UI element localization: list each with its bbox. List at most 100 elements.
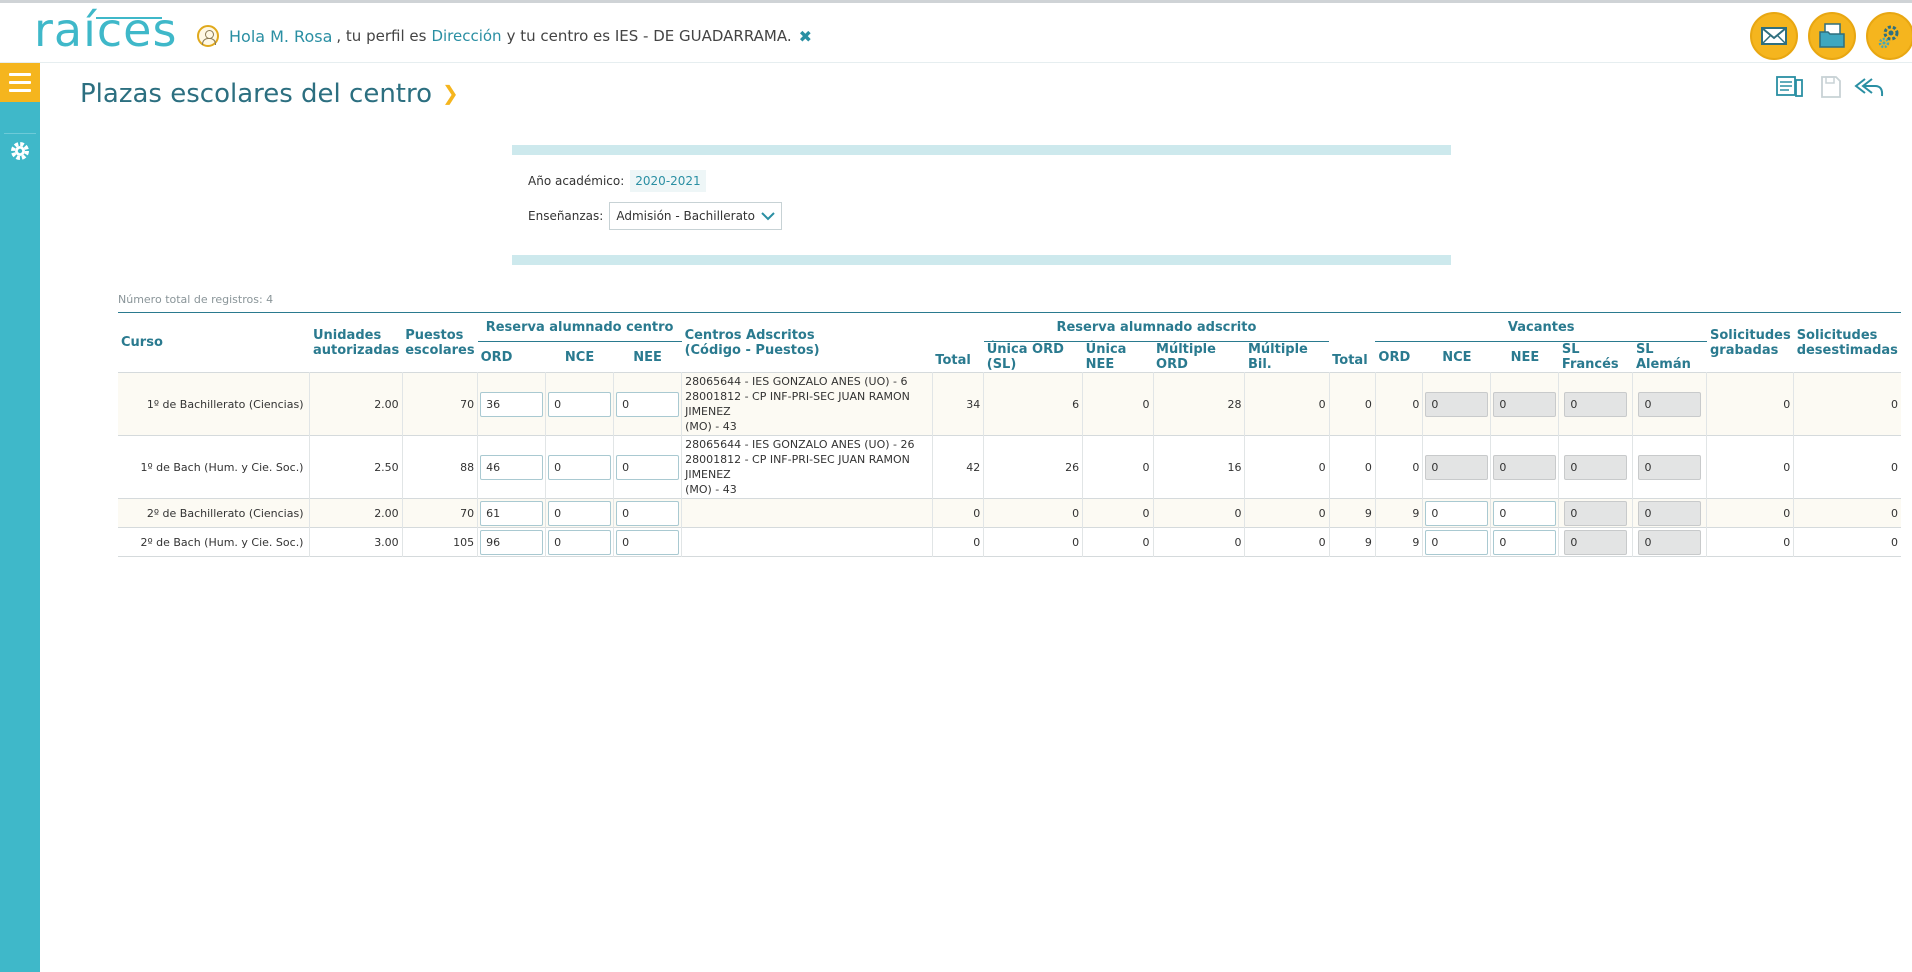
nee-input[interactable]: 0 bbox=[616, 500, 680, 526]
page-title-text: Plazas escolares del centro bbox=[80, 79, 433, 109]
vacantes-nee-input: 0 bbox=[1493, 391, 1557, 417]
nce-input[interactable]: 0 bbox=[548, 500, 612, 526]
sl-aleman-input: 0 bbox=[1638, 529, 1702, 555]
unidades-cell: 2.50 bbox=[309, 435, 403, 499]
unica-nee-cell: 0 bbox=[1082, 435, 1154, 499]
multiple-bil-cell: 0 bbox=[1244, 527, 1330, 557]
greeting-prefix: Hola bbox=[229, 26, 266, 46]
multiple-ord-cell: 28 bbox=[1153, 372, 1246, 436]
save-disabled-icon bbox=[1821, 76, 1841, 98]
close-icon[interactable]: ✖ bbox=[799, 27, 812, 46]
header-curso: Curso bbox=[121, 335, 163, 350]
ensenanzas-select[interactable]: Admisión - Bachillerato bbox=[609, 202, 782, 230]
header-nee: NEE bbox=[633, 349, 662, 365]
solicitudes-desestimadas-cell: 0 bbox=[1793, 527, 1901, 557]
header-sl-frances: SL Francés bbox=[1561, 342, 1619, 372]
nce-input[interactable]: 0 bbox=[548, 529, 612, 555]
centro-line: 28065644 - IES GONZALO ANES (UO) - 6 bbox=[685, 375, 908, 388]
centro-line: 28065644 - IES GONZALO ANES (UO) - 26 bbox=[685, 438, 915, 451]
profile-text: , tu perfil es bbox=[336, 27, 427, 45]
puestos-cell: 105 bbox=[402, 527, 479, 557]
header-multiple-bil: Múltiple Bil. bbox=[1247, 342, 1308, 372]
mail-button[interactable] bbox=[1750, 12, 1798, 60]
unica-nee-cell: 0 bbox=[1082, 527, 1154, 557]
vacantes-ord-cell: 0 bbox=[1375, 372, 1424, 436]
vacantes-nce-input[interactable]: 0 bbox=[1425, 500, 1489, 526]
table-row: 1º de Bach (Hum. y Cie. Soc.) 2.50 88 46… bbox=[118, 435, 1901, 499]
multiple-ord-cell: 0 bbox=[1153, 527, 1246, 557]
sl-aleman-input: 0 bbox=[1638, 391, 1702, 417]
header-total-2: Total bbox=[1332, 353, 1368, 368]
multiple-bil-cell: 0 bbox=[1244, 498, 1330, 528]
ord-input[interactable]: 46 bbox=[480, 454, 544, 480]
vacantes-nce-input[interactable]: 0 bbox=[1425, 529, 1489, 555]
ensenanzas-row: Enseñanzas: Admisión - Bachillerato bbox=[528, 202, 782, 230]
ord-input[interactable]: 36 bbox=[480, 391, 544, 417]
puestos-cell: 70 bbox=[402, 498, 479, 528]
solicitudes-grabadas-cell: 0 bbox=[1706, 372, 1795, 436]
vacantes-nee-input[interactable]: 0 bbox=[1493, 500, 1557, 526]
header-nce: NCE bbox=[564, 349, 595, 365]
total2-cell: 9 bbox=[1329, 527, 1376, 557]
nce-input[interactable]: 0 bbox=[548, 454, 612, 480]
app-header: raíces Hola M. Rosa , tu perfil es Direc… bbox=[0, 3, 1912, 63]
vacantes-ord-cell: 9 bbox=[1375, 527, 1424, 557]
header-unica-nee: Única NEE bbox=[1085, 342, 1127, 372]
header-solicitudes-grabadas: Solicitudes grabadas bbox=[1709, 327, 1791, 358]
settings-button[interactable] bbox=[1866, 12, 1912, 60]
total2-cell: 9 bbox=[1329, 498, 1376, 528]
nee-input[interactable]: 0 bbox=[616, 391, 680, 417]
ensenanzas-label: Enseñanzas: bbox=[528, 209, 604, 223]
documents-button[interactable] bbox=[1808, 12, 1856, 60]
header-centros-adscritos: Centros Adscritos (Código - Puestos) bbox=[682, 313, 933, 373]
header-solicitudes-desestimadas: Solicitudes desestimadas bbox=[1796, 327, 1898, 358]
plazas-table: Curso Unidades autorizadas Puestos escol… bbox=[118, 312, 1901, 557]
curso-cell: 2º de Bach (Hum. y Cie. Soc.) bbox=[118, 527, 311, 557]
ord-input[interactable]: 96 bbox=[480, 529, 544, 555]
centros-adscritos-cell bbox=[681, 527, 933, 557]
chevron-down-icon bbox=[761, 212, 775, 221]
nee-input[interactable]: 0 bbox=[616, 529, 680, 555]
table-row: 2º de Bach (Hum. y Cie. Soc.) 3.00 105 9… bbox=[118, 527, 1901, 557]
year-value: 2020-2021 bbox=[630, 170, 706, 192]
curso-cell: 1º de Bachillerato (Ciencias) bbox=[118, 372, 311, 436]
sl-aleman-input: 0 bbox=[1638, 500, 1702, 526]
mail-icon bbox=[1761, 27, 1787, 45]
raices-logo[interactable]: raíces bbox=[34, 3, 176, 57]
user-name: M. Rosa bbox=[270, 26, 333, 46]
header-reserva-centro: Reserva alumnado centro bbox=[477, 312, 682, 342]
report-icon[interactable] bbox=[1775, 74, 1805, 100]
chevron-right-icon[interactable]: ❯ bbox=[442, 81, 459, 105]
vacantes-nee-input[interactable]: 0 bbox=[1493, 529, 1557, 555]
header-multiple-ord: Múltiple ORD bbox=[1156, 342, 1216, 372]
curso-cell: 2º de Bachillerato (Ciencias) bbox=[118, 498, 311, 528]
solicitudes-grabadas-cell: 0 bbox=[1706, 498, 1795, 528]
menu-button[interactable] bbox=[0, 63, 40, 102]
header-centros-line1: Centros Adscritos bbox=[684, 327, 815, 343]
centros-adscritos-cell: 28065644 - IES GONZALO ANES (UO) - 26 280… bbox=[681, 435, 933, 499]
vacantes-ord-cell: 9 bbox=[1375, 498, 1424, 528]
back-icon[interactable] bbox=[1853, 74, 1885, 100]
header-vacantes-nee: NEE bbox=[1510, 349, 1540, 365]
sl-frances-input: 0 bbox=[1564, 529, 1628, 555]
total2-cell: 0 bbox=[1329, 435, 1376, 499]
header-unica-ord: Única ORD (SL) bbox=[986, 342, 1064, 372]
year-row: Año académico: 2020-2021 bbox=[528, 170, 706, 192]
sl-frances-input: 0 bbox=[1564, 391, 1628, 417]
logo-text: raíces bbox=[34, 3, 178, 57]
multiple-bil-cell: 0 bbox=[1244, 372, 1330, 436]
curso-cell: 1º de Bach (Hum. y Cie. Soc.) bbox=[118, 435, 311, 499]
nee-input[interactable]: 0 bbox=[616, 454, 680, 480]
ord-input[interactable]: 61 bbox=[480, 500, 544, 526]
unidades-cell: 3.00 bbox=[309, 527, 403, 557]
unidades-cell: 2.00 bbox=[309, 498, 403, 528]
header-vacantes: Vacantes bbox=[1375, 312, 1707, 342]
header-unidades: Unidades autorizadas bbox=[312, 327, 400, 358]
year-label: Año académico: bbox=[528, 174, 625, 188]
puestos-cell: 70 bbox=[402, 372, 479, 436]
documents-icon bbox=[1819, 23, 1845, 48]
nce-input[interactable]: 0 bbox=[548, 391, 612, 417]
vacantes-ord-cell: 0 bbox=[1375, 435, 1424, 499]
gear-icon[interactable] bbox=[9, 140, 31, 162]
centros-adscritos-cell: 28065644 - IES GONZALO ANES (UO) - 6 2800… bbox=[681, 372, 933, 436]
